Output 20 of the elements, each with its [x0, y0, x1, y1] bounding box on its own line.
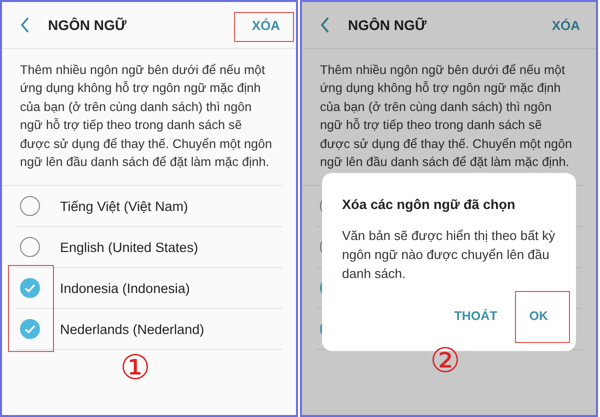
language-checkbox[interactable]: [20, 237, 40, 258]
back-icon[interactable]: [20, 17, 30, 33]
delete-action[interactable]: XÓA: [246, 18, 286, 32]
description-text: Thêm nhiều ngôn ngữ bên dưới để nếu một ứng dụng không hỗ trợ ngôn ngữ mặc định của bạn (ở trên cùng danh sách) thì ngôn ngữ hỗ trợ tiếp theo trong danh sách sẽ được sử dụng để thay thế. Chuyển một ngôn ngữ lên đầu danh sách để đặt làm mặc định.: [2, 49, 284, 186]
language-checkbox[interactable]: [20, 319, 40, 340]
step-number: ②: [430, 344, 460, 378]
screen-title: NGÔN NGỮ: [48, 17, 128, 33]
dialog-title: Xóa các ngôn ngữ đã chọn: [342, 197, 516, 212]
screen-title: NGÔN NGỮ: [348, 17, 428, 33]
back-icon[interactable]: [320, 17, 330, 33]
language-name[interactable]: Nederlands (Nederland): [60, 322, 204, 337]
dialog-button[interactable]: THOÁT: [454, 309, 498, 323]
language-checkbox[interactable]: [20, 278, 40, 298]
language-checkbox[interactable]: [20, 196, 40, 216]
language-name[interactable]: English (United States): [60, 240, 198, 255]
dialog-button[interactable]: OK: [529, 309, 548, 323]
language-name[interactable]: Tiếng Việt (Việt Nam): [60, 198, 188, 214]
language-name[interactable]: Indonesia (Indonesia): [60, 280, 190, 296]
step-number: ①: [120, 351, 150, 385]
dialog-message: Văn bản sẽ được hiển thị theo bất kỳ ngôn ngữ nào được chuyển lên đầu danh sách.: [342, 227, 556, 283]
